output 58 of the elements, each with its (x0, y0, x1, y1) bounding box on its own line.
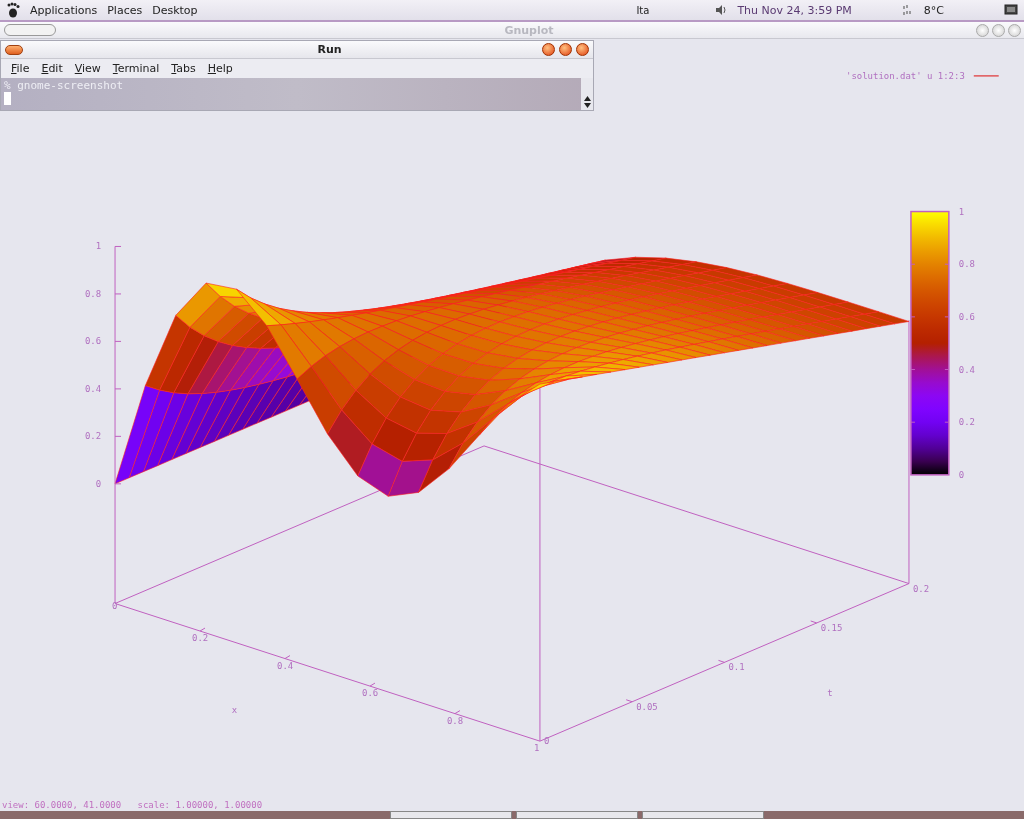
t-tick-label: 0.15 (820, 622, 843, 633)
t-tick-label: 0 (543, 736, 550, 747)
taskbar-window-button[interactable] (516, 811, 638, 819)
colorbar-tick-label: 0 (958, 469, 965, 480)
z-tick-label: 0.8 (84, 288, 102, 299)
x-tick-label: 1 (533, 743, 540, 754)
window-title: Gnuplot (503, 23, 555, 37)
colorbar-tick-label: 1 (958, 206, 965, 217)
scroll-down-arrow-icon[interactable] (583, 103, 591, 108)
panel-menu[interactable]: Places (107, 3, 143, 17)
text-cursor (4, 92, 11, 105)
maximize-button[interactable] (559, 43, 572, 56)
keyboard-layout-indicator[interactable]: Ita (636, 4, 650, 16)
x-tick-label: 0.8 (446, 715, 464, 726)
scroll-up-arrow-icon[interactable] (583, 96, 591, 101)
z-tick-label: 0.2 (84, 431, 102, 442)
temperature-reading[interactable]: 8°C (923, 3, 944, 17)
x-tick-label: 0.6 (362, 688, 379, 699)
window-menu-button[interactable] (5, 44, 23, 55)
t-tick-label: 0.05 (636, 701, 658, 712)
t-tick-label: 0.2 (912, 583, 930, 594)
speaker-icon[interactable] (715, 4, 728, 16)
z-tick-label: 1 (95, 241, 102, 252)
status-text: view: 60.0000, 41.0000 scale: 1.00000, 1.00000 (1, 799, 264, 811)
z-tick-label: 0.4 (84, 383, 102, 394)
gnome-foot-icon[interactable] (6, 2, 20, 18)
colorbar-tick-label: 0.6 (958, 311, 976, 322)
clock[interactable]: Thu Nov 24, 3:59 PM (737, 3, 852, 17)
window-title: Run (316, 43, 343, 56)
close-button[interactable] (576, 43, 589, 56)
z-tick-label: 0 (95, 478, 102, 489)
panel-menu[interactable]: Desktop (152, 3, 198, 17)
menu-item[interactable]: Edit (35, 62, 69, 75)
panel-menu[interactable]: Applications (30, 3, 98, 17)
colorbar-tick-label: 0.8 (958, 259, 976, 270)
colorbar-tick-label: 0.4 (958, 364, 976, 375)
taskbar-window-button[interactable] (642, 811, 764, 819)
x-axis-label: x (231, 705, 238, 716)
t-tick-label: 0.1 (728, 662, 745, 673)
colorbar-tick-label: 0.2 (958, 417, 976, 428)
window-menu-button[interactable] (4, 24, 56, 36)
menu-item[interactable]: File (5, 62, 36, 75)
menu-item[interactable]: Help (201, 62, 239, 75)
menu-item[interactable]: View (68, 62, 107, 75)
scrollbar[interactable] (581, 78, 593, 110)
legend-line-sample (973, 75, 1000, 77)
menu-item[interactable]: Terminal (106, 62, 166, 75)
z-tick-label: 0.6 (84, 336, 102, 347)
x-tick-label: 0 (112, 601, 118, 612)
menu-item[interactable]: Tabs (165, 62, 202, 75)
minimize-button[interactable] (542, 43, 555, 56)
taskbar-window-button[interactable] (390, 811, 512, 819)
x-tick-label: 0.4 (277, 660, 294, 671)
t-axis-label: t (827, 688, 833, 699)
monitor-icon[interactable] (1004, 4, 1018, 16)
legend-label: 'solution.dat' u 1:2:3 (846, 70, 965, 81)
terminal-line: % gnome-screenshot (4, 79, 125, 92)
x-tick-label: 0.2 (192, 633, 209, 643)
